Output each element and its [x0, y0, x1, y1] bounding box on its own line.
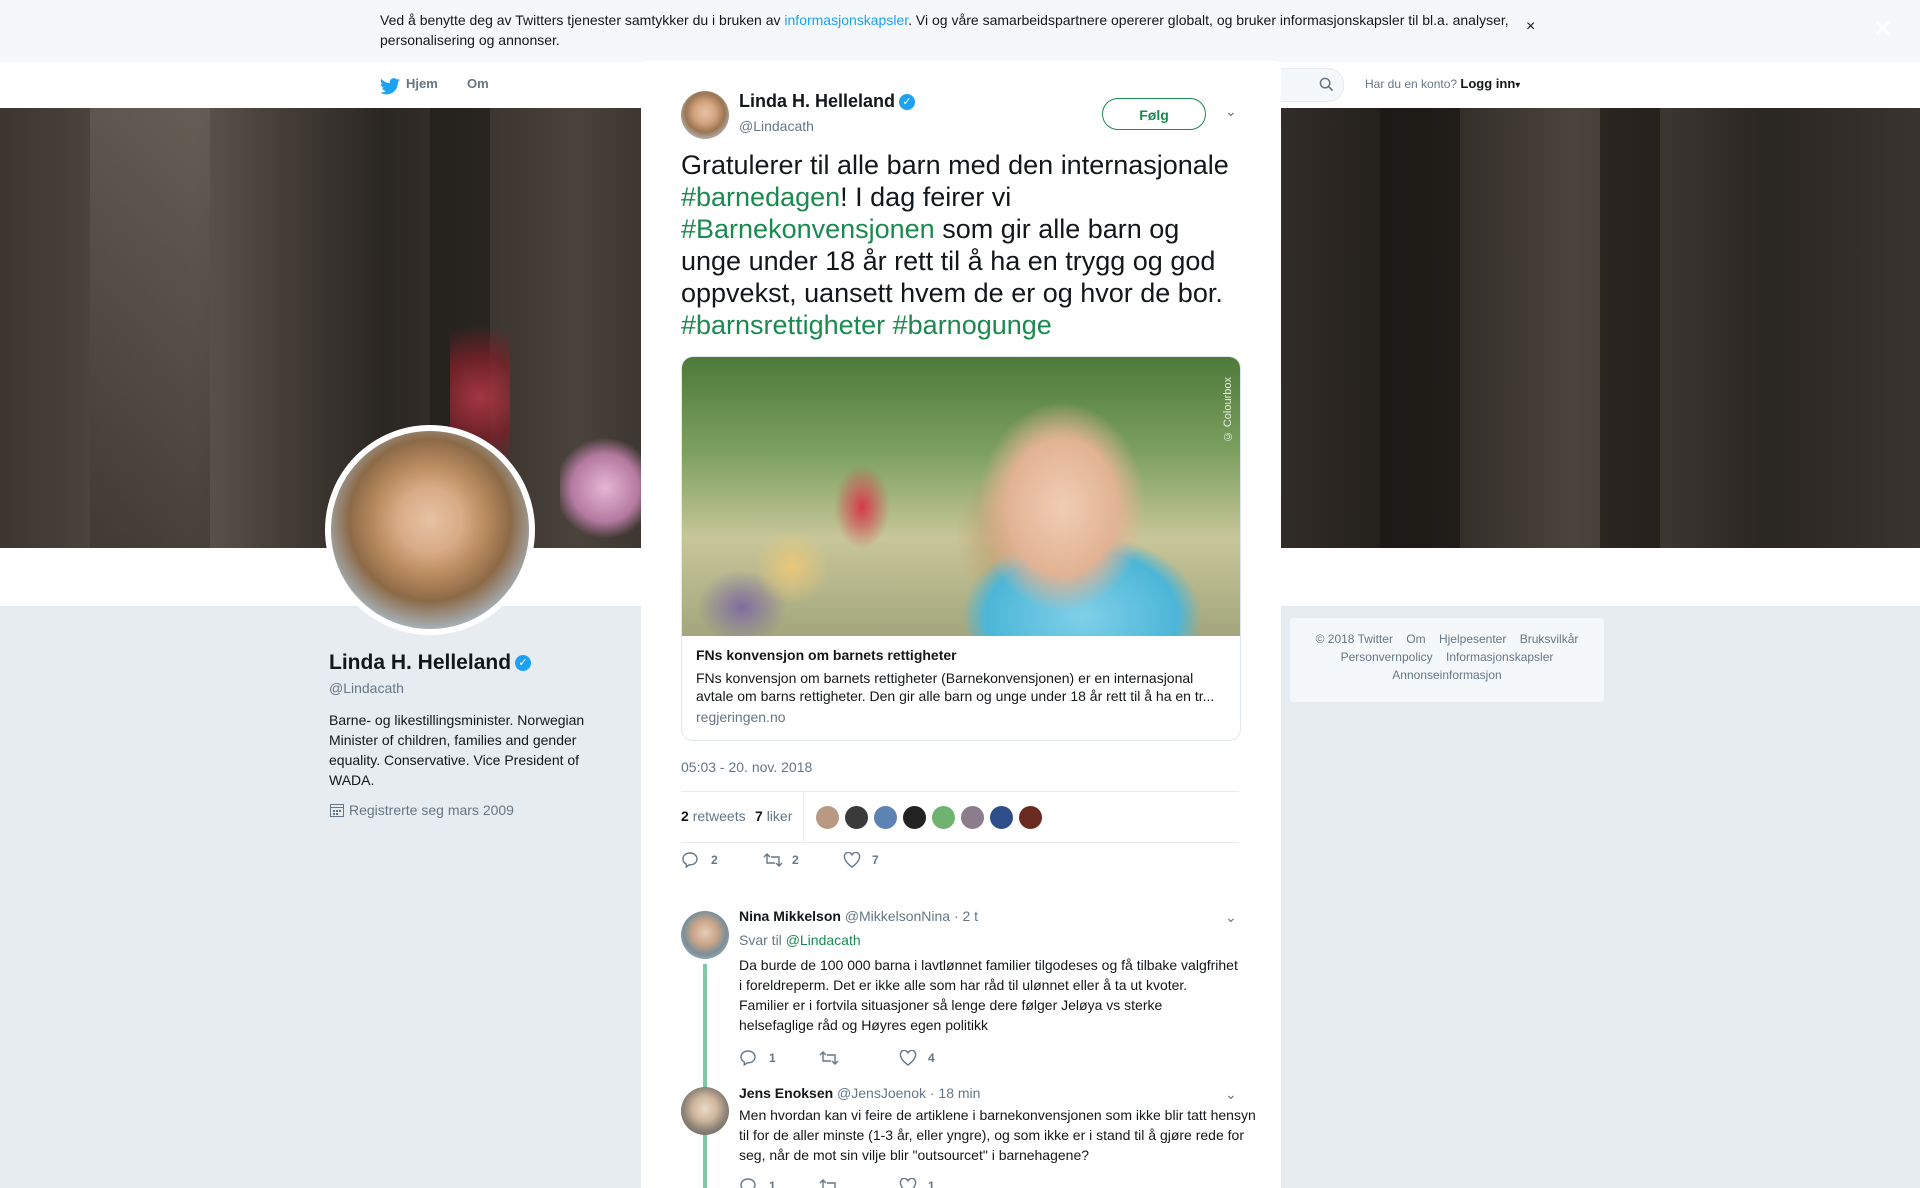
reply-text: Da burde de 100 000 barna i lavtlønnet f… [739, 957, 1238, 1033]
chevron-down-icon[interactable]: ⌄ [1225, 1086, 1237, 1103]
like-count[interactable]: 4 [928, 1051, 935, 1065]
reply-time[interactable]: · 2 t [954, 908, 978, 924]
reply-author-name[interactable]: Jens Enoksen [739, 1085, 833, 1101]
tweet-text: Gratulerer til alle barn med den interna… [681, 149, 1246, 341]
liker-avatar[interactable] [873, 805, 898, 830]
card-image[interactable]: © Colourbox [682, 357, 1240, 636]
retweets-stat[interactable]: 2 retweets [681, 808, 746, 824]
reply-icon[interactable] [739, 1049, 757, 1067]
like-icon[interactable] [899, 1050, 917, 1066]
link-card[interactable]: © Colourbox FNs konvensjon om barnets re… [681, 356, 1241, 741]
tweet-timestamp: 05:03 - 20. nov. 2018 [681, 759, 813, 775]
author-name-text[interactable]: Linda H. Helleland [739, 91, 895, 111]
author-avatar[interactable] [681, 91, 729, 139]
retweet-count[interactable]: 2 [792, 853, 799, 867]
retweet-icon[interactable] [763, 851, 783, 869]
likes-label: liker [766, 808, 793, 824]
card-title[interactable]: FNs konvensjon om barnets rettigheter [696, 647, 957, 663]
reply-count[interactable]: 1 [769, 1051, 776, 1065]
liker-avatar[interactable] [989, 805, 1014, 830]
chevron-down-icon[interactable]: ⌄ [1225, 103, 1237, 120]
retweets-count: 2 [681, 808, 689, 824]
reply-count[interactable]: 1 [769, 1179, 776, 1188]
reply-author-handle[interactable]: @JensJoenok [837, 1085, 926, 1101]
liker-avatar[interactable] [960, 805, 985, 830]
chevron-down-icon[interactable]: ⌄ [1225, 909, 1237, 926]
reply-author-handle[interactable]: @MikkelsonNina [845, 908, 950, 924]
reply-icon[interactable] [681, 851, 699, 869]
tweet-text-part: Gratulerer til alle barn med den interna… [681, 150, 1229, 180]
stats-divider [803, 792, 804, 842]
reply-time[interactable]: · 18 min [930, 1085, 981, 1101]
card-description: FNs konvensjon om barnets rettigheter (B… [696, 670, 1215, 704]
reply-avatar[interactable] [681, 911, 729, 959]
retweets-label: retweets [692, 808, 746, 824]
retweet-icon[interactable] [819, 1177, 839, 1188]
verified-icon: ✓ [899, 94, 916, 111]
reply-to: Svar til @Lindacath [739, 932, 861, 948]
reply-header: Jens Enoksen @JensJoenok · 18 min [739, 1085, 980, 1101]
reply-to-label: Svar til [739, 932, 786, 948]
hashtag-link[interactable]: #barnedagen [681, 182, 840, 212]
likes-stat[interactable]: 7 liker [755, 808, 792, 824]
likes-count: 7 [755, 808, 763, 824]
tweet-text-part [885, 310, 893, 340]
follow-button[interactable]: Følg [1102, 98, 1206, 130]
retweet-icon[interactable] [819, 1049, 839, 1067]
tweet-modal: Linda H. Helleland ✓ @Lindacath Følg ⌄ Gr… [641, 61, 1281, 1188]
hashtag-link[interactable]: #barnsrettigheter [681, 310, 885, 340]
author-name[interactable]: Linda H. Helleland ✓ [739, 91, 916, 112]
reply-header: Nina Mikkelson @MikkelsonNina · 2 t [739, 908, 978, 924]
card-domain: regjeringen.no [696, 709, 786, 725]
like-count[interactable]: 1 [928, 1179, 935, 1188]
hashtag-link[interactable]: #barnogunge [893, 310, 1052, 340]
like-icon[interactable] [899, 1178, 917, 1188]
reply-author-name[interactable]: Nina Mikkelson [739, 908, 841, 924]
like-count[interactable]: 7 [872, 853, 879, 867]
reply-icon[interactable] [739, 1177, 757, 1188]
thread-line [703, 1139, 707, 1188]
like-icon[interactable] [843, 852, 861, 868]
liker-avatar[interactable] [1018, 805, 1043, 830]
modal-close-icon[interactable]: × [1874, 12, 1892, 46]
reply-actions: 1 1 [739, 1175, 1039, 1188]
liker-avatar[interactable] [902, 805, 927, 830]
liker-avatar[interactable] [815, 805, 840, 830]
reply-separator [641, 893, 1281, 901]
author-handle[interactable]: @Lindacath [739, 118, 814, 134]
hashtag-link[interactable]: #Barnekonvensjonen [681, 214, 935, 244]
reply-count[interactable]: 2 [711, 853, 718, 867]
tweet-stats: 2 retweets 7 liker [681, 791, 1239, 843]
reply-text: Men hvordan kan vi feire de artiklene i … [739, 1107, 1256, 1163]
tweet-text-part: ! I dag feirer vi [840, 182, 1012, 212]
liker-avatar[interactable] [844, 805, 869, 830]
reply-avatar[interactable] [681, 1087, 729, 1135]
reply-to-handle[interactable]: @Lindacath [786, 932, 861, 948]
reply-actions: 1 4 [739, 1047, 1039, 1071]
tweet-actions: 2 2 7 [681, 849, 1239, 879]
image-credit: © Colourbox [1222, 377, 1234, 443]
liker-avatar[interactable] [931, 805, 956, 830]
